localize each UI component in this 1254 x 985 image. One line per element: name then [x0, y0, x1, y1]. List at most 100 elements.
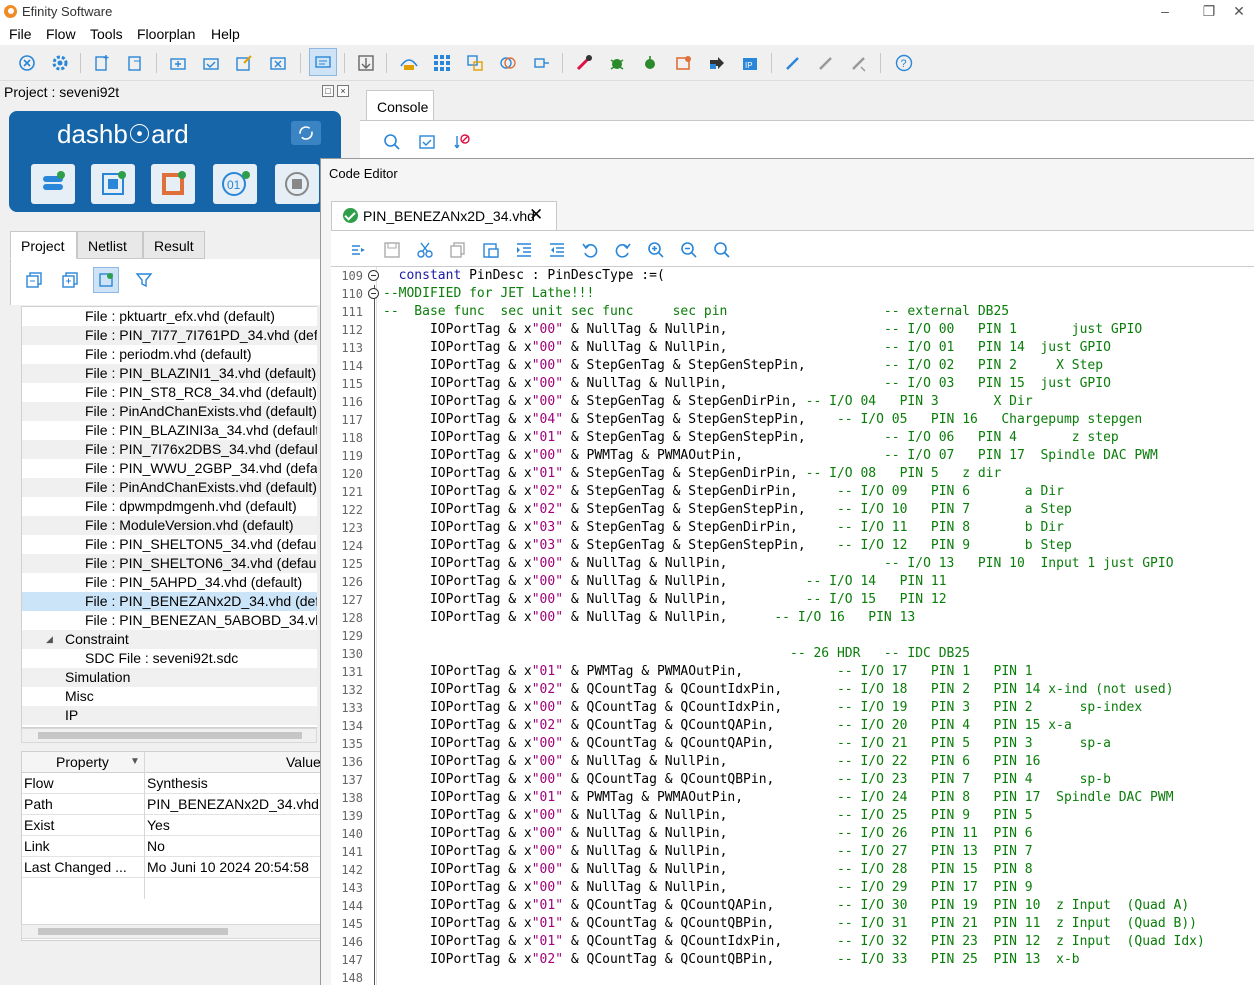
copy-icon[interactable] — [447, 239, 469, 261]
export-icon[interactable] — [705, 51, 729, 75]
code-line[interactable]: 121 IOPortTag & x"02" & StepGenTag & Ste… — [331, 483, 1254, 501]
tree-item[interactable]: File : PIN_BLAZINI1_34.vhd (default) — [22, 364, 320, 383]
maximize-button[interactable]: ❐ — [1194, 2, 1224, 22]
property-row[interactable]: Flow Synthesis — [22, 773, 320, 794]
undo-icon[interactable] — [579, 239, 601, 261]
code-line[interactable]: 119 IOPortTag & x"00" & PWMTag & PWMAOut… — [331, 447, 1254, 465]
code-line[interactable]: 110 --MODIFIED for JET Lathe!!! — [331, 285, 1254, 303]
code-line[interactable]: 145 IOPortTag & x"01" & QCountTag & QCou… — [331, 915, 1254, 933]
code-line[interactable]: 135 IOPortTag & x"00" & QCountTag & QCou… — [331, 735, 1254, 753]
tree-item[interactable]: Misc — [22, 687, 320, 706]
show-files-icon[interactable] — [93, 267, 119, 293]
close-project-icon[interactable] — [15, 51, 39, 75]
edit-file-icon[interactable] — [232, 51, 256, 75]
code-line[interactable]: 112 IOPortTag & x"00" & NullTag & NullPi… — [331, 321, 1254, 339]
code-line[interactable]: 120 IOPortTag & x"01" & StepGenTag & Ste… — [331, 465, 1254, 483]
search-icon[interactable] — [380, 130, 404, 154]
code-line[interactable]: 127 IOPortTag & x"00" & NullTag & NullPi… — [331, 591, 1254, 609]
ip-manager-icon[interactable] — [496, 51, 520, 75]
tree-item[interactable]: SDC File : seveni92t.sdc — [22, 649, 320, 668]
grid-icon[interactable] — [430, 51, 454, 75]
zoom-in-icon[interactable] — [645, 239, 667, 261]
debugger-icon[interactable] — [463, 51, 487, 75]
unindent-icon[interactable] — [546, 239, 568, 261]
tree-item[interactable]: Simulation — [22, 668, 320, 687]
code-line[interactable]: 130 -- 26 HDR -- IDC DB25 — [331, 645, 1254, 663]
code-line[interactable]: 116 IOPortTag & x"00" & StepGenTag & Ste… — [331, 393, 1254, 411]
collapse-all-icon[interactable] — [21, 267, 47, 293]
close-button[interactable]: ✕ — [1224, 2, 1254, 22]
code-line[interactable]: 125 IOPortTag & x"00" & NullTag & NullPi… — [331, 555, 1254, 573]
code-line[interactable]: 123 IOPortTag & x"03" & StepGenTag & Ste… — [331, 519, 1254, 537]
console-view-icon[interactable] — [309, 48, 337, 76]
pen-erase-icon[interactable] — [847, 51, 871, 75]
sort-down-icon[interactable]: ▼ — [130, 756, 140, 767]
fold-toggle-icon[interactable] — [368, 270, 379, 281]
open-folder-icon[interactable] — [199, 51, 223, 75]
expand-all-icon[interactable] — [57, 267, 83, 293]
remove-file-icon[interactable] — [266, 51, 290, 75]
tree-horizontal-scrollbar[interactable] — [21, 728, 317, 743]
tab-result[interactable]: Result — [143, 231, 205, 259]
synthesis-dashboard-icon[interactable] — [31, 164, 75, 204]
search-code-icon[interactable] — [711, 239, 733, 261]
code-line[interactable]: 126 IOPortTag & x"00" & NullTag & NullPi… — [331, 573, 1254, 591]
tree-item[interactable]: File : PIN_SHELTON6_34.vhd (default) — [22, 554, 320, 573]
code-line[interactable]: 141 IOPortTag & x"00" & NullTag & NullPi… — [331, 843, 1254, 861]
code-line[interactable]: 132 IOPortTag & x"02" & QCountTag & QCou… — [331, 681, 1254, 699]
tree-item[interactable]: File : periodm.vhd (default) — [22, 345, 320, 364]
tree-item[interactable]: File : PIN_BLAZINI3a_34.vhd (default) — [22, 421, 320, 440]
synthesis-icon[interactable] — [572, 51, 596, 75]
interface-designer-icon[interactable] — [397, 51, 421, 75]
indent-icon[interactable] — [513, 239, 535, 261]
new-file-icon[interactable] — [90, 51, 114, 75]
file-tab[interactable]: PIN_BENEZANx2D_34.vhd ✕ — [331, 201, 557, 230]
pen-disabled-icon[interactable] — [814, 51, 838, 75]
code-line[interactable]: 124 IOPortTag & x"03" & StepGenTag & Ste… — [331, 537, 1254, 555]
property-row[interactable]: Path PIN_BENEZANx2D_34.vhd — [22, 794, 320, 815]
close-tab-icon[interactable]: ✕ — [529, 205, 543, 225]
float-panel-icon[interactable]: □ — [322, 85, 334, 97]
place-route-dashboard-icon[interactable] — [91, 164, 135, 204]
tree-item[interactable]: File : PIN_BENEZAN_5ABOBD_34.vhd — [22, 611, 320, 630]
menu-floorplan[interactable]: Floorplan — [137, 26, 195, 42]
code-line[interactable]: 128 IOPortTag & x"00" & NullTag & NullPi… — [331, 609, 1254, 627]
save-log-icon[interactable] — [415, 130, 439, 154]
tree-item[interactable]: File : dpwmpdmgenh.vhd (default) — [22, 497, 320, 516]
code-line[interactable]: 111 -- Base func sec unit sec func sec pi… — [331, 303, 1254, 321]
stop-dashboard-icon[interactable] — [275, 164, 319, 204]
tree-item[interactable]: File : PIN_BENEZANx2D_34.vhd (default) — [22, 592, 320, 611]
refresh-icon[interactable] — [291, 121, 321, 145]
properties-horizontal-scrollbar[interactable] — [21, 924, 321, 939]
code-line[interactable]: 117 IOPortTag & x"04" & StepGenTag & Ste… — [331, 411, 1254, 429]
tree-item[interactable]: File : PIN_5AHPD_34.vhd (default) — [22, 573, 320, 592]
fold-toggle-icon[interactable] — [368, 288, 379, 299]
save-icon[interactable] — [381, 239, 403, 261]
menu-flow[interactable]: Flow — [46, 26, 76, 42]
property-row[interactable]: Link No — [22, 836, 320, 857]
code-line[interactable]: 109 constant PinDesc : PinDescType :=( — [331, 267, 1254, 285]
tree-item[interactable]: File : PIN_7I76x2DBS_34.vhd (default) — [22, 440, 320, 459]
code-line[interactable]: 113 IOPortTag & x"00" & NullTag & NullPi… — [331, 339, 1254, 357]
property-row[interactable]: Last Changed ... Mo Juni 10 2024 20:54:58 — [22, 857, 320, 878]
tab-netlist[interactable]: Netlist — [77, 231, 143, 259]
tree-item[interactable]: ◢ Constraint — [22, 630, 320, 649]
zoom-out-icon[interactable] — [678, 239, 700, 261]
filter-icon[interactable] — [131, 267, 157, 293]
code-line[interactable]: 129 — [331, 627, 1254, 645]
expand-arrow-icon[interactable]: ◢ — [46, 634, 53, 645]
code-line[interactable]: 114 IOPortTag & x"00" & StepGenTag & Ste… — [331, 357, 1254, 375]
code-line[interactable]: 138 IOPortTag & x"01" & PWMTag & PWMAOut… — [331, 789, 1254, 807]
go-to-icon[interactable] — [347, 239, 369, 261]
tree-item[interactable]: File : PIN_SHELTON5_34.vhd (default) — [22, 535, 320, 554]
tree-item[interactable]: File : ModuleVersion.vhd (default) — [22, 516, 320, 535]
tree-item[interactable]: File : PIN_WWU_2GBP_34.vhd (default) — [22, 459, 320, 478]
bitstream-icon[interactable] — [672, 51, 696, 75]
programmer-icon[interactable] — [530, 51, 554, 75]
tab-project[interactable]: Project — [10, 231, 77, 259]
menu-tools[interactable]: Tools — [90, 26, 123, 42]
code-line[interactable]: 148 — [331, 969, 1254, 985]
code-line[interactable]: 136 IOPortTag & x"00" & NullTag & NullPi… — [331, 753, 1254, 771]
code-line[interactable]: 146 IOPortTag & x"01" & QCountTag & QCou… — [331, 933, 1254, 951]
tree-item[interactable]: IP — [22, 706, 320, 725]
